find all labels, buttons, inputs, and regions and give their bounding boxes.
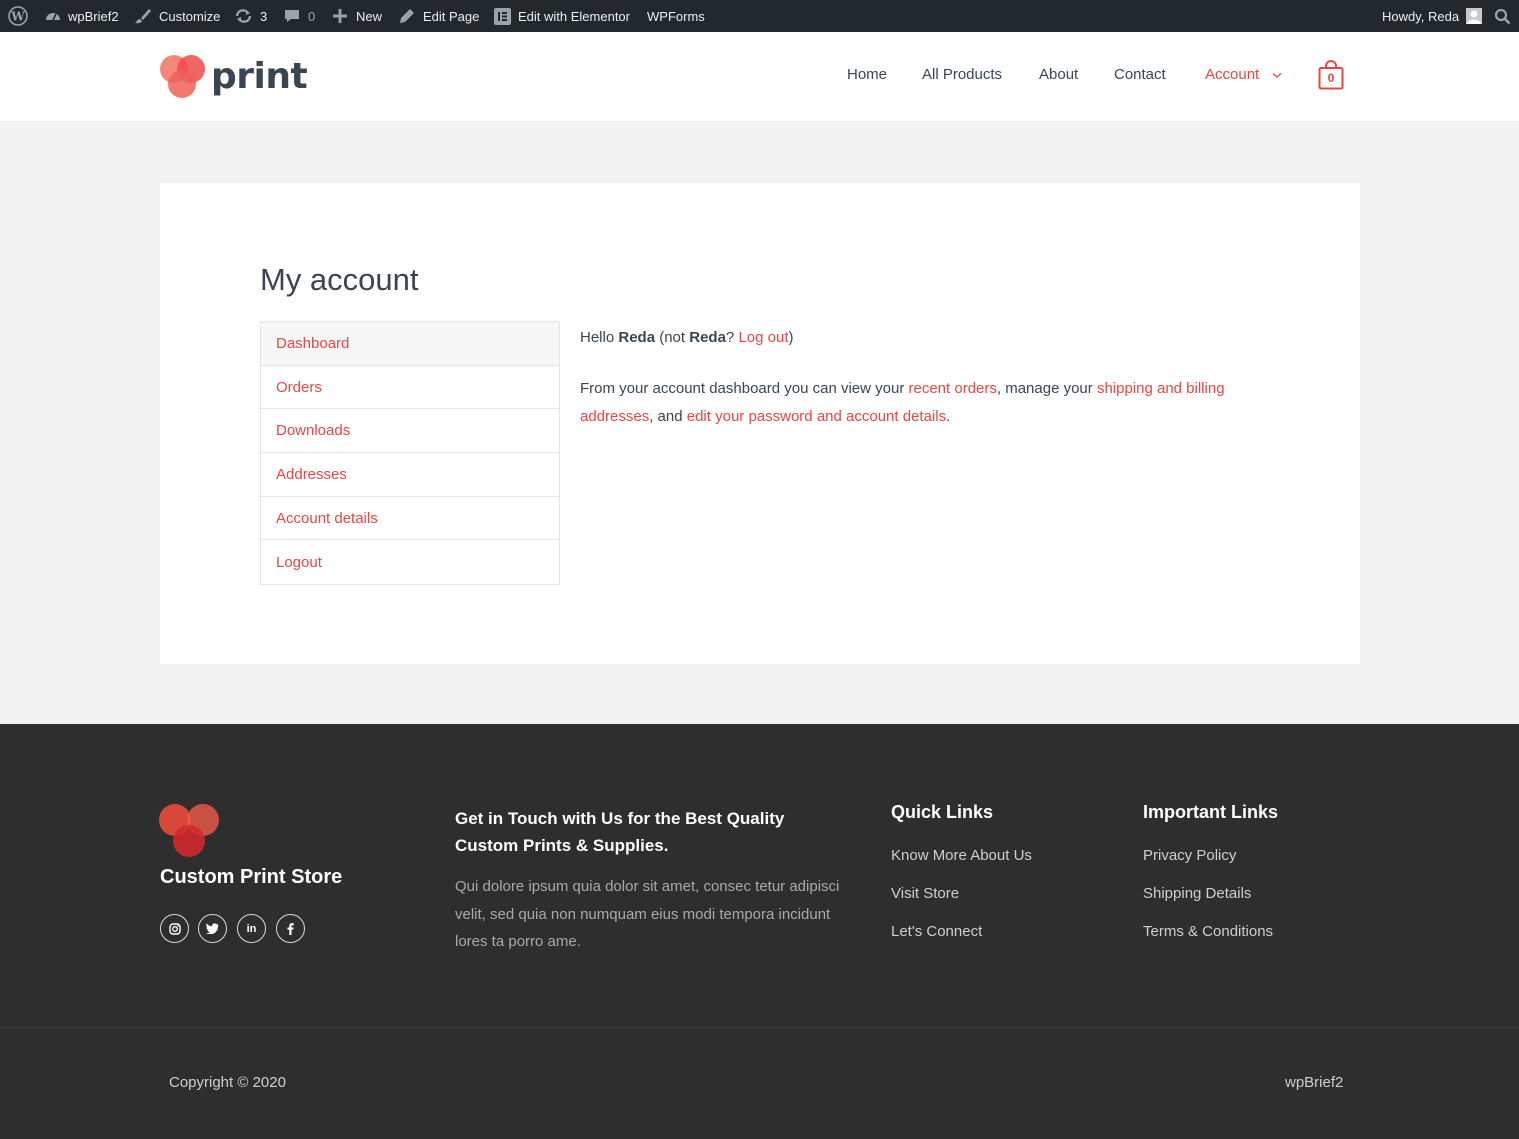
quick-link-store[interactable]: Visit Store [891, 885, 959, 902]
howdy-label: Howdy, Reda [1382, 8, 1460, 24]
nav-about[interactable]: About [1039, 66, 1078, 83]
footer-logo-icon[interactable] [159, 803, 221, 859]
footer-site-name: wpBrief2 [1285, 1074, 1344, 1091]
logout-link[interactable]: Log out [738, 329, 788, 346]
edit-page-label: Edit Page [423, 8, 480, 24]
question-mark: ? [725, 329, 739, 346]
intro-text-2: , manage your [996, 380, 1097, 397]
dashboard-icon [46, 13, 60, 21]
chevron-down-icon [1272, 73, 1282, 78]
twitter-icon[interactable] [198, 914, 227, 943]
plus-icon [333, 9, 347, 23]
nav-all-products[interactable]: All Products [922, 66, 1002, 83]
account-nav-addresses[interactable]: Addresses [261, 453, 559, 497]
important-link-shipping[interactable]: Shipping Details [1143, 885, 1251, 902]
touch-text: Qui dolore ipsum quia dolor sit amet, co… [455, 878, 840, 950]
nav-contact[interactable]: Contact [1114, 66, 1166, 83]
important-links-title: Important Links [1143, 802, 1279, 822]
nav-home[interactable]: Home [847, 66, 887, 83]
cart-count: 0 [1327, 71, 1335, 85]
account-nav-logout[interactable]: Logout [261, 540, 559, 584]
instagram-icon[interactable] [160, 914, 189, 943]
account-nav-orders[interactable]: Orders [261, 366, 559, 410]
new-label: New [356, 8, 383, 24]
customize-link[interactable]: Customize [134, 0, 220, 32]
footer-brand: Custom Print Store [160, 866, 343, 888]
account-nav-downloads[interactable]: Downloads [261, 409, 559, 454]
not-prefix: (not [655, 329, 690, 346]
recent-orders-link[interactable]: recent orders [909, 380, 997, 397]
account-navigation: Dashboard Orders Downloads Addresses Acc… [260, 321, 560, 586]
updates-count: 3 [260, 8, 268, 24]
dashboard-intro: From your account dashboard you can view… [580, 375, 1250, 431]
cart-button[interactable]: 0 [1318, 60, 1344, 90]
adminbar-search-icon[interactable] [1494, 0, 1511, 32]
important-link-terms[interactable]: Terms & Conditions [1143, 923, 1273, 940]
customize-label: Customize [159, 8, 221, 24]
updates-icon [235, 9, 252, 23]
account-nav-account-details[interactable]: Account details [261, 497, 559, 541]
nav-account[interactable]: Account [1205, 66, 1282, 83]
site-logo[interactable]: print [159, 54, 308, 100]
hello-message: Hello Reda (not Reda? Log out) [580, 324, 1250, 352]
comment-icon [285, 10, 299, 22]
edit-elementor-label: Edit with Elementor [518, 8, 630, 24]
intro-text-1: From your account dashboard you can view… [580, 380, 909, 397]
account-details-link[interactable]: edit your password and account details [687, 408, 946, 425]
site-header: print Home All Products About Contact Ac… [0, 32, 1519, 122]
wpforms-link[interactable]: WPForms [647, 0, 705, 32]
username: Reda [618, 329, 656, 346]
avatar [1466, 8, 1483, 24]
logo-text: print [211, 56, 308, 97]
copyright-text: Copyright © 2020 [169, 1074, 286, 1091]
wpforms-label: WPForms [647, 8, 705, 24]
svg-text:W: W [10, 10, 25, 24]
wordpress-logo-icon[interactable]: W [8, 0, 28, 32]
nav-account-label: Account [1205, 66, 1260, 83]
facebook-icon[interactable] [276, 914, 305, 943]
logo-mark-icon [160, 55, 205, 98]
comments-link[interactable]: 0 [284, 0, 315, 32]
site-name-link[interactable]: wpBrief2 [44, 0, 119, 32]
comments-count: 0 [308, 8, 316, 24]
elementor-icon [494, 7, 511, 25]
pencil-icon [400, 9, 414, 23]
hello-prefix: Hello [580, 329, 619, 346]
quick-links-title: Quick Links [891, 802, 994, 822]
page-title: My account [260, 262, 419, 297]
username-repeat: Reda [689, 329, 726, 346]
intro-text-4: . [946, 408, 951, 425]
account-dashboard-content: Hello Reda (not Reda? Log out) From your… [580, 324, 1250, 454]
brush-icon [135, 9, 151, 24]
admin-bar: W wpBrief2 Customize 3 0 New Edit Page E… [0, 0, 1519, 32]
touch-title: Get in Touch with Us for the Best Qualit… [455, 809, 785, 855]
site-name: wpBrief2 [68, 8, 119, 24]
my-account-link[interactable]: Howdy, Reda [1382, 0, 1483, 32]
account-nav-dashboard[interactable]: Dashboard [261, 322, 559, 366]
quick-link-connect[interactable]: Let's Connect [891, 923, 982, 940]
updates-link[interactable]: 3 [234, 0, 267, 32]
close-paren: ) [788, 329, 794, 346]
new-content-link[interactable]: New [333, 0, 382, 32]
edit-elementor-link[interactable]: Edit with Elementor [494, 0, 630, 32]
intro-text-3: , and [649, 408, 687, 425]
quick-link-about[interactable]: Know More About Us [891, 847, 1032, 864]
important-link-privacy[interactable]: Privacy Policy [1143, 847, 1236, 864]
linkedin-icon[interactable]: in [237, 914, 266, 943]
edit-page-link[interactable]: Edit Page [399, 0, 479, 32]
